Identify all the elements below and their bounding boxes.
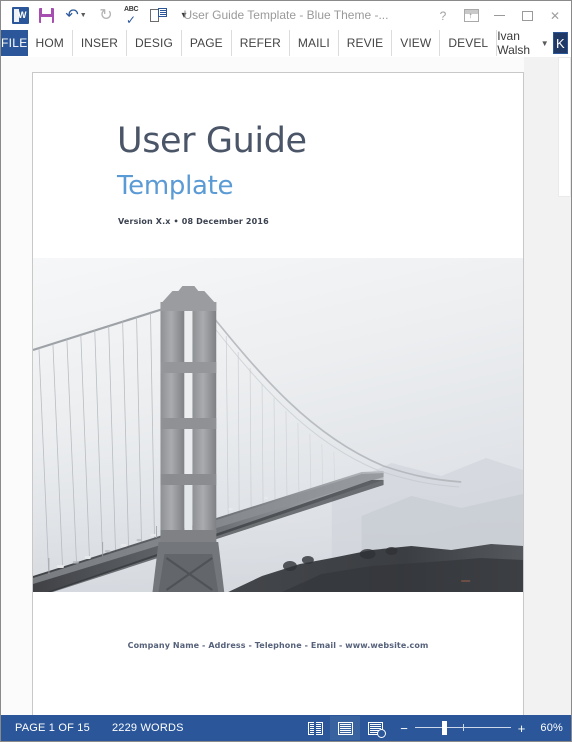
document-footer: Company Name - Address - Telephone - Ema… xyxy=(127,641,429,650)
spelling-grammar-button[interactable]: ABC ✓ xyxy=(119,4,145,28)
view-read-mode-button[interactable] xyxy=(300,716,330,740)
account-name[interactable]: Ivan Walsh xyxy=(497,29,537,57)
maximize-button[interactable] xyxy=(513,4,541,28)
redo-icon: ↻ xyxy=(99,6,113,24)
close-button[interactable]: ✕ xyxy=(541,4,569,28)
word-window: W ↶ ▼ ↻ ABC ✓ ▾ User Guide Template - Bl… xyxy=(0,0,572,742)
minimize-icon xyxy=(493,15,505,16)
scrollbar-thumb[interactable] xyxy=(558,57,571,197)
tab-developer[interactable]: DEVEL xyxy=(440,30,498,56)
document-canvas: User Guide Template Version X.x • 08 Dec… xyxy=(1,57,571,715)
minimize-button[interactable] xyxy=(485,4,513,28)
web-layout-icon xyxy=(367,721,386,738)
zoom-slider-thumb[interactable] xyxy=(441,721,447,735)
document-subtitle: Template xyxy=(117,171,234,201)
redo-button[interactable]: ↻ xyxy=(93,4,119,28)
tab-design[interactable]: DESIG xyxy=(127,30,182,56)
word-logo-icon: W xyxy=(11,7,29,24)
ribbon-display-options-icon: ↑ xyxy=(463,9,479,22)
page-indicator[interactable]: PAGE 1 OF 15 xyxy=(15,722,90,734)
cover-image-artwork xyxy=(33,258,523,592)
zoom-in-button[interactable]: + xyxy=(518,722,526,735)
web-layout-lines-glyph xyxy=(369,723,381,725)
zoom-slider-midpoint xyxy=(462,724,464,731)
tab-mailings[interactable]: MAILI xyxy=(290,30,339,56)
tab-references[interactable]: REFER xyxy=(232,30,290,56)
print-preview-button[interactable] xyxy=(145,4,171,28)
undo-dropdown-caret-icon[interactable]: ▼ xyxy=(80,12,87,19)
title-bar: W ↶ ▼ ↻ ABC ✓ ▾ User Guide Template - Bl… xyxy=(1,1,571,30)
account-chevron-down-icon[interactable]: ▼ xyxy=(541,39,549,48)
cover-image xyxy=(33,258,523,592)
save-button[interactable] xyxy=(33,4,59,28)
read-mode-icon xyxy=(307,721,323,735)
tab-view[interactable]: VIEW xyxy=(392,30,441,56)
zoom-controls: − + 60% xyxy=(390,721,563,735)
ribbon-display-options-button[interactable]: ↑ xyxy=(457,4,485,28)
canvas-right-gutter xyxy=(524,57,571,715)
check-mark-icon: ✓ xyxy=(126,12,137,27)
chevron-down-icon: ▾ xyxy=(181,10,187,21)
print-layout-icon xyxy=(337,721,353,735)
tab-page-layout[interactable]: PAGE xyxy=(182,30,232,56)
help-button[interactable]: ? xyxy=(429,4,457,28)
word-logo-letter: W xyxy=(18,10,27,20)
ribbon-tab-bar: FILE HOM INSER DESIG PAGE REFER MAILI RE… xyxy=(1,29,571,57)
ribbon-arrow-glyph: ↑ xyxy=(468,11,473,20)
vertical-scrollbar[interactable] xyxy=(558,57,571,715)
canvas-left-gutter xyxy=(1,57,32,715)
zoom-level[interactable]: 60% xyxy=(532,722,563,734)
status-bar: PAGE 1 OF 15 2229 WORDS − + 60% xyxy=(1,715,571,741)
view-print-layout-button[interactable] xyxy=(330,716,361,740)
maximize-icon xyxy=(521,10,533,21)
tab-review[interactable]: REVIE xyxy=(339,30,393,56)
help-icon: ? xyxy=(439,8,447,23)
print-layout-lines-glyph xyxy=(339,723,351,725)
document-page[interactable]: User Guide Template Version X.x • 08 Dec… xyxy=(32,72,524,715)
zoom-slider[interactable] xyxy=(414,721,511,735)
view-web-layout-button[interactable] xyxy=(360,716,390,740)
avatar[interactable]: K xyxy=(552,32,569,54)
word-app-icon[interactable]: W xyxy=(7,4,33,28)
document-title: User Guide xyxy=(117,121,307,161)
word-count[interactable]: 2229 WORDS xyxy=(112,722,184,734)
undo-icon: ↶ xyxy=(65,6,79,24)
read-mode-spine-glyph xyxy=(313,721,316,735)
status-bar-right: − + 60% xyxy=(300,716,563,740)
zoom-out-button[interactable]: − xyxy=(400,722,408,735)
spellcheck-icon: ABC ✓ xyxy=(123,5,141,27)
status-bar-left: PAGE 1 OF 15 2229 WORDS xyxy=(15,722,184,734)
document-version-line: Version X.x • 08 December 2016 xyxy=(118,217,269,226)
account-area: Ivan Walsh ▼ K xyxy=(497,29,571,57)
tab-file[interactable]: FILE xyxy=(1,30,28,56)
list-glyph xyxy=(157,7,167,17)
undo-button[interactable]: ↶ ▼ xyxy=(59,4,93,28)
tab-home[interactable]: HOM xyxy=(28,30,73,56)
window-controls: ? ↑ ✕ xyxy=(429,1,571,30)
quick-access-toolbar: W ↶ ▼ ↻ ABC ✓ ▾ xyxy=(7,4,197,28)
print-preview-icon xyxy=(149,7,167,24)
tab-insert[interactable]: INSER xyxy=(73,30,128,56)
globe-glyph xyxy=(376,728,386,738)
save-icon xyxy=(38,8,54,23)
customize-quick-access-button[interactable]: ▾ xyxy=(171,4,197,28)
close-icon: ✕ xyxy=(549,8,561,23)
spellcheck-abc-label: ABC xyxy=(124,5,139,13)
